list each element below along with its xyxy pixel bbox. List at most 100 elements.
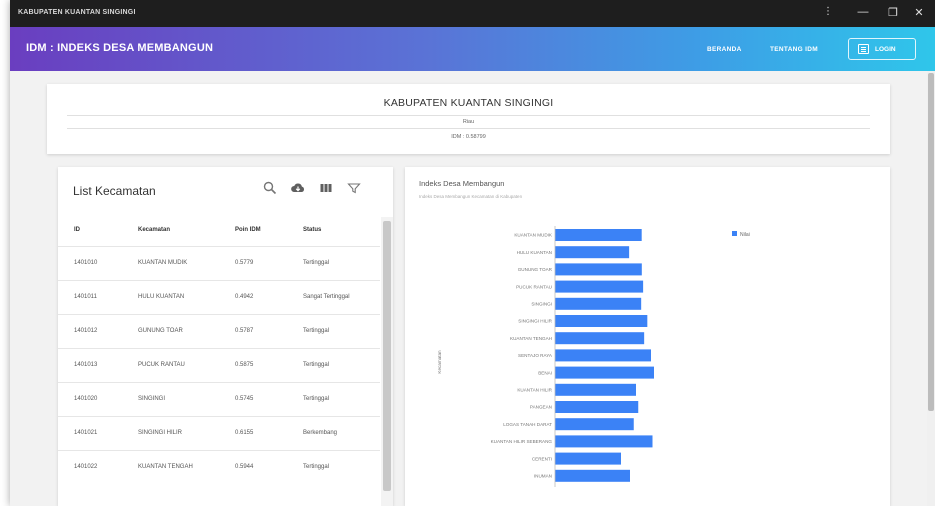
- cell-id: 1401011: [74, 294, 97, 300]
- bar-benai[interactable]: [555, 366, 654, 379]
- cell-poin: 0.5745: [235, 396, 254, 402]
- category-label: GUNUNG TOAR: [518, 267, 553, 272]
- category-label: SENTAJO RAYA: [518, 353, 553, 358]
- category-label: KUANTAN HILIR SEBERANG: [491, 439, 553, 444]
- search-icon[interactable]: [262, 180, 278, 196]
- legend-label[interactable]: Nilai: [740, 232, 750, 238]
- category-label: KUANTAN HILIR: [517, 388, 552, 393]
- bar-kuantan-hilir[interactable]: [555, 383, 636, 396]
- category-label: SINGINGI: [531, 302, 552, 307]
- cell-id: 1401021: [74, 430, 98, 436]
- category-label: CERENTI: [532, 456, 552, 461]
- window-title: KABUPATEN KUANTAN SINGINGI: [18, 9, 136, 16]
- bar-sentajo-raya[interactable]: [555, 349, 651, 362]
- cloud-download-icon[interactable]: [290, 180, 306, 196]
- cell-poin: 0.5875: [235, 362, 254, 368]
- bar-pucuk-rantau[interactable]: [555, 280, 644, 293]
- nav-beranda[interactable]: BERANDA: [707, 46, 742, 53]
- cell-poin: 0.6155: [235, 430, 254, 436]
- table-row[interactable]: 1401011 HULU KUANTAN 0.4942 Sangat Tertingg…: [58, 280, 380, 314]
- bar-kuantan-tengah[interactable]: [555, 332, 645, 345]
- column-header-status[interactable]: Status: [303, 227, 321, 233]
- cell-kecamatan: SINGINGI HILIR: [138, 430, 183, 436]
- cell-kecamatan: KUANTAN TENGAH: [138, 464, 193, 470]
- column-header-kecamatan[interactable]: Kecamatan: [138, 227, 170, 233]
- window-maximize-icon[interactable]: ❐: [883, 6, 903, 19]
- cell-id: 1401020: [74, 396, 98, 402]
- login-button[interactable]: LOGIN: [848, 38, 916, 60]
- cell-poin: 0.5944: [235, 464, 254, 470]
- cell-kecamatan: HULU KUANTAN: [138, 294, 185, 300]
- cell-status: Tertinggal: [303, 260, 330, 266]
- table-row[interactable]: 1401020 SINGINGI 0.5745 Tertinggal: [58, 382, 380, 416]
- bar-cerenti[interactable]: [555, 452, 621, 465]
- app-bar: IDM : INDEKS DESA MEMBANGUN BERANDA TENT…: [10, 27, 935, 71]
- bar-logas-tanah-darat[interactable]: [555, 418, 634, 431]
- window-minimize-icon[interactable]: —: [853, 6, 873, 18]
- bar-kuantan-hilir-seberang[interactable]: [555, 435, 653, 448]
- category-label: KUANTAN MUDIK: [514, 233, 553, 238]
- cell-poin: 0.5779: [235, 260, 254, 266]
- cell-status: Tertinggal: [303, 464, 330, 470]
- column-header-id[interactable]: ID: [74, 227, 80, 233]
- application-window: KABUPATEN KUANTAN SINGINGI ⋮ — ❐ ✕ IDM :…: [10, 0, 935, 506]
- province-name: Riau: [462, 119, 475, 125]
- table-row[interactable]: 1401010 KUANTAN MUDIK 0.5779 Tertinggal: [58, 246, 380, 280]
- category-label: BENAI: [538, 370, 552, 375]
- list-scrollbar[interactable]: [381, 217, 393, 506]
- cell-id: 1401013: [74, 362, 98, 368]
- bar-pangean[interactable]: [555, 401, 639, 413]
- region-header-card: KABUPATEN KUANTAN SINGINGI Riau IDM : 0.…: [47, 84, 890, 154]
- cell-status: Tertinggal: [303, 362, 330, 368]
- login-list-icon: [858, 44, 869, 54]
- kecamatan-list-card: List Kecamatan ID Kecamatan Poin IDM Sta…: [58, 167, 393, 506]
- login-label: LOGIN: [875, 46, 896, 53]
- table-row[interactable]: 1401012 GUNUNG TOAR 0.5787 Tertinggal: [58, 314, 380, 348]
- region-title: KABUPATEN KUANTAN SINGINGI: [383, 97, 554, 109]
- legend-swatch: [732, 231, 737, 236]
- cell-kecamatan: SINGINGI: [138, 396, 166, 402]
- window-scrollbar-thumb[interactable]: [928, 73, 934, 411]
- category-label: KUANTAN TENGAH: [510, 336, 552, 341]
- header-divider: [67, 115, 870, 116]
- cell-kecamatan: GUNUNG TOAR: [138, 328, 183, 334]
- window-close-icon[interactable]: ✕: [909, 6, 929, 19]
- cell-kecamatan: PUCUK RANTAU: [138, 362, 185, 368]
- category-label: HULU KUANTAN: [517, 250, 552, 255]
- idm-bar-chart: KUANTAN MUDIK HULU KUANTAN GUNUNG TOAR PUCU…: [437, 226, 750, 487]
- cell-status: Tertinggal: [303, 328, 330, 334]
- list-title: List Kecamatan: [73, 184, 156, 198]
- bar-singingi[interactable]: [555, 297, 642, 310]
- category-label: LOGAS TANAH DARAT: [503, 422, 552, 427]
- nav-tentang-idm[interactable]: TENTANG IDM: [770, 46, 818, 53]
- bar-hulu-kuantan[interactable]: [555, 246, 630, 259]
- cell-status: Berkembang: [303, 430, 338, 436]
- bar-inuman[interactable]: [555, 469, 630, 482]
- view-column-icon[interactable]: [318, 180, 334, 196]
- header-divider: [67, 128, 870, 129]
- bar-gunung-toar[interactable]: [555, 263, 642, 276]
- app-title[interactable]: IDM : INDEKS DESA MEMBANGUN: [26, 42, 213, 54]
- window-scrollbar[interactable]: [927, 71, 935, 506]
- cell-id: 1401010: [74, 260, 98, 266]
- category-label: INUMAN: [534, 474, 552, 479]
- table-row[interactable]: 1401022 KUANTAN TENGAH 0.5944 Tertinggal: [58, 450, 380, 484]
- list-scrollbar-thumb[interactable]: [383, 221, 391, 491]
- bar-singingi-hilir[interactable]: [555, 315, 648, 327]
- idm-chart-card: Indeks Desa Membangun Indeks Desa Memban…: [405, 167, 890, 506]
- window-menu-icon[interactable]: ⋮: [818, 6, 838, 17]
- column-header-poin-idm[interactable]: Poin IDM: [235, 227, 261, 233]
- cell-id: 1401022: [74, 464, 98, 470]
- cell-id: 1401012: [74, 328, 98, 334]
- cell-status: Sangat Tertinggal: [303, 294, 350, 300]
- cell-kecamatan: KUANTAN MUDIK: [138, 260, 188, 266]
- category-label: SINGINGI HILIR: [518, 319, 552, 324]
- bar-kuantan-mudik[interactable]: [555, 229, 642, 241]
- category-label: PANGEAN: [530, 405, 552, 410]
- cell-status: Tertinggal: [303, 396, 330, 402]
- table-row[interactable]: 1401021 SINGINGI HILIR 0.6155 Berkembang: [58, 416, 380, 450]
- y-axis-label: Kecamatan: [437, 350, 442, 374]
- filter-icon[interactable]: [346, 180, 362, 196]
- table-row[interactable]: 1401013 PUCUK RANTAU 0.5875 Tertinggal: [58, 348, 380, 382]
- idm-value: IDM : 0.58799: [451, 134, 486, 140]
